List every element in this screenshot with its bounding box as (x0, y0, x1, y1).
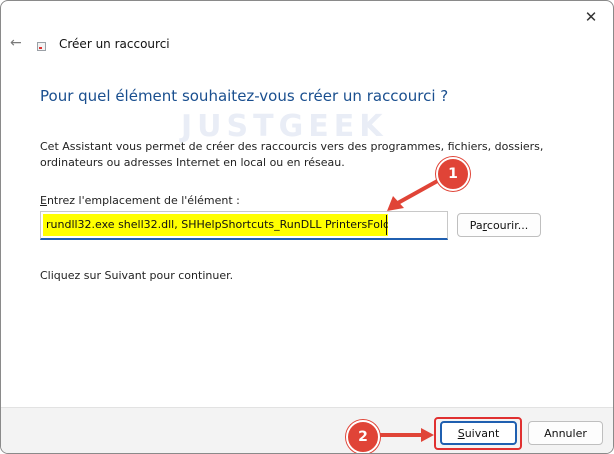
annotation-marker-2: 2 (346, 420, 380, 453)
next-label-accel: S (457, 427, 465, 440)
next-button[interactable]: Suivant (440, 421, 517, 445)
location-input[interactable]: rundll32.exe shell32.dll, SHHelpShortcut… (40, 211, 448, 240)
annotation-marker-1: 1 (436, 157, 470, 191)
browse-label-rest: courir... (486, 219, 529, 232)
close-icon[interactable]: ✕ (583, 9, 599, 25)
browse-button[interactable]: Parcourir... (457, 213, 541, 237)
dialog-window: ✕ ← Créer un raccourci Pour quel élément… (0, 0, 614, 454)
window-title: Créer un raccourci (59, 37, 170, 51)
description-text: Cet Assistant vous permet de créer des r… (40, 140, 544, 169)
cancel-button[interactable]: Annuler (528, 421, 603, 445)
arrow-1-line (394, 177, 443, 206)
continue-hint: Cliquez sur Suivant pour continuer. (40, 269, 234, 282)
next-label-rest: uivant (464, 427, 500, 440)
shortcut-icon (37, 42, 46, 51)
text-caret (386, 215, 387, 235)
page-heading: Pour quel élément souhaitez-vous créer u… (40, 87, 449, 105)
label-rest: ntrez l'emplacement de l'élément : (46, 194, 240, 207)
location-input-value[interactable]: rundll32.exe shell32.dll, SHHelpShortcut… (43, 214, 388, 236)
location-label: Entrez l'emplacement de l'élément : (40, 194, 240, 207)
arrow-1-head (387, 196, 404, 211)
arrow-left-icon[interactable]: ← (10, 35, 22, 51)
label-accel: E (40, 194, 47, 207)
browse-label-prefix: Pa (469, 219, 483, 232)
